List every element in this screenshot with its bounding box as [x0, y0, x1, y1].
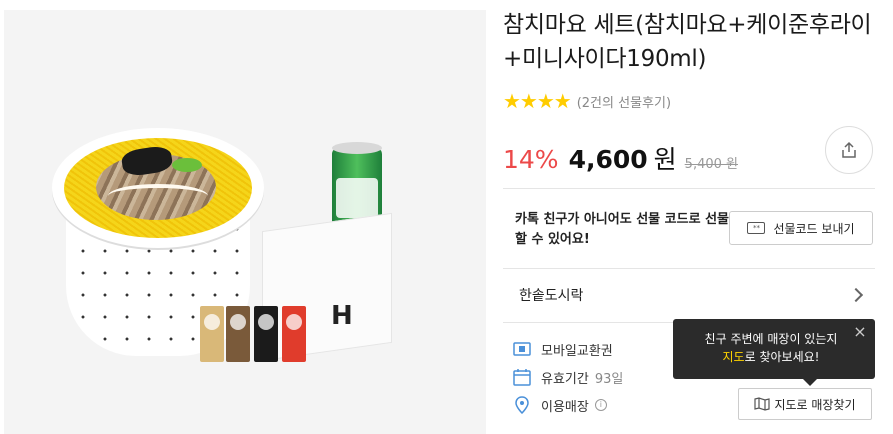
voucher-type-row: 모바일교환권 — [513, 338, 613, 360]
info-icon[interactable]: i — [594, 399, 607, 411]
sauce-sachet — [226, 306, 250, 362]
validity-value: 93일 — [594, 371, 624, 387]
map-tooltip: 친구 주변에 매장이 있는지 지도로 찾아보세요! × — [673, 319, 875, 379]
divider — [503, 268, 875, 269]
calendar-icon — [513, 368, 531, 386]
share-button[interactable] — [825, 126, 873, 174]
find-store-map-button[interactable]: 지도로 매장찾기 — [738, 388, 872, 420]
map-icon — [754, 397, 771, 411]
can-label — [336, 178, 378, 218]
share-icon — [842, 141, 856, 158]
mayo-drizzle — [108, 184, 208, 208]
brand-link[interactable]: 한솥도시락 — [503, 272, 875, 318]
chevron-right-icon — [848, 287, 864, 303]
close-icon[interactable]: × — [853, 324, 867, 340]
gift-code-message: 카톡 친구가 아니어도 선물 코드로 선물 할 수 있어요! — [515, 212, 729, 247]
tooltip-line-2: 지도로 찾아보세요! — [687, 348, 855, 366]
can-top — [332, 142, 382, 154]
mobile-voucher-icon — [513, 340, 531, 358]
star-rating-icon: ★★★★ — [503, 89, 572, 113]
currency-unit: 원 — [653, 145, 677, 174]
store-label: 이용매장 — [541, 399, 589, 415]
product-title: 참치마요 세트(참치마요+케이준후라이+미니사이다190ml) — [503, 12, 872, 72]
tooltip-line-1: 친구 주변에 매장이 있는지 — [704, 332, 838, 346]
sale-price: 4,600 — [568, 145, 648, 174]
sauce-sachet — [254, 306, 278, 362]
find-store-map-label: 지도로 매장찾기 — [774, 397, 856, 412]
brand-logo: H — [331, 300, 353, 331]
location-pin-icon — [513, 396, 531, 414]
brand-name: 한솥도시락 — [519, 288, 584, 304]
store-row: 이용매장 i — [513, 394, 607, 416]
green-onion-topping — [172, 158, 202, 172]
discount-rate: 14% — [503, 145, 559, 174]
sauce-sachet — [282, 306, 306, 362]
price-row: 14% 4,600 원 5,400 원 — [503, 140, 738, 176]
review-count[interactable]: (2건의 선물후기) — [577, 92, 671, 111]
validity-label: 유효기간 — [541, 371, 589, 387]
voucher-type: 모바일교환권 — [541, 343, 613, 359]
tooltip-line-2-rest: 로 찾아보세요! — [744, 350, 820, 364]
sauce-sachet — [200, 306, 224, 362]
product-info-panel: 참치마요 세트(참치마요+케이준후라이+미니사이다190ml) ★★★★ (2건… — [503, 0, 893, 434]
send-gift-code-label: 선물코드 보내기 — [773, 221, 855, 236]
original-price: 5,400 원 — [684, 157, 738, 172]
tooltip-arrow — [803, 379, 817, 386]
tooltip-highlight: 지도 — [722, 350, 745, 364]
rating-row[interactable]: ★★★★ (2건의 선물후기) — [503, 90, 671, 112]
product-image: H — [4, 10, 486, 434]
gift-code-icon: ** — [747, 222, 766, 234]
divider — [503, 188, 875, 189]
validity-row: 유효기간 93일 — [513, 366, 623, 388]
send-gift-code-button[interactable]: ** 선물코드 보내기 — [729, 211, 873, 245]
